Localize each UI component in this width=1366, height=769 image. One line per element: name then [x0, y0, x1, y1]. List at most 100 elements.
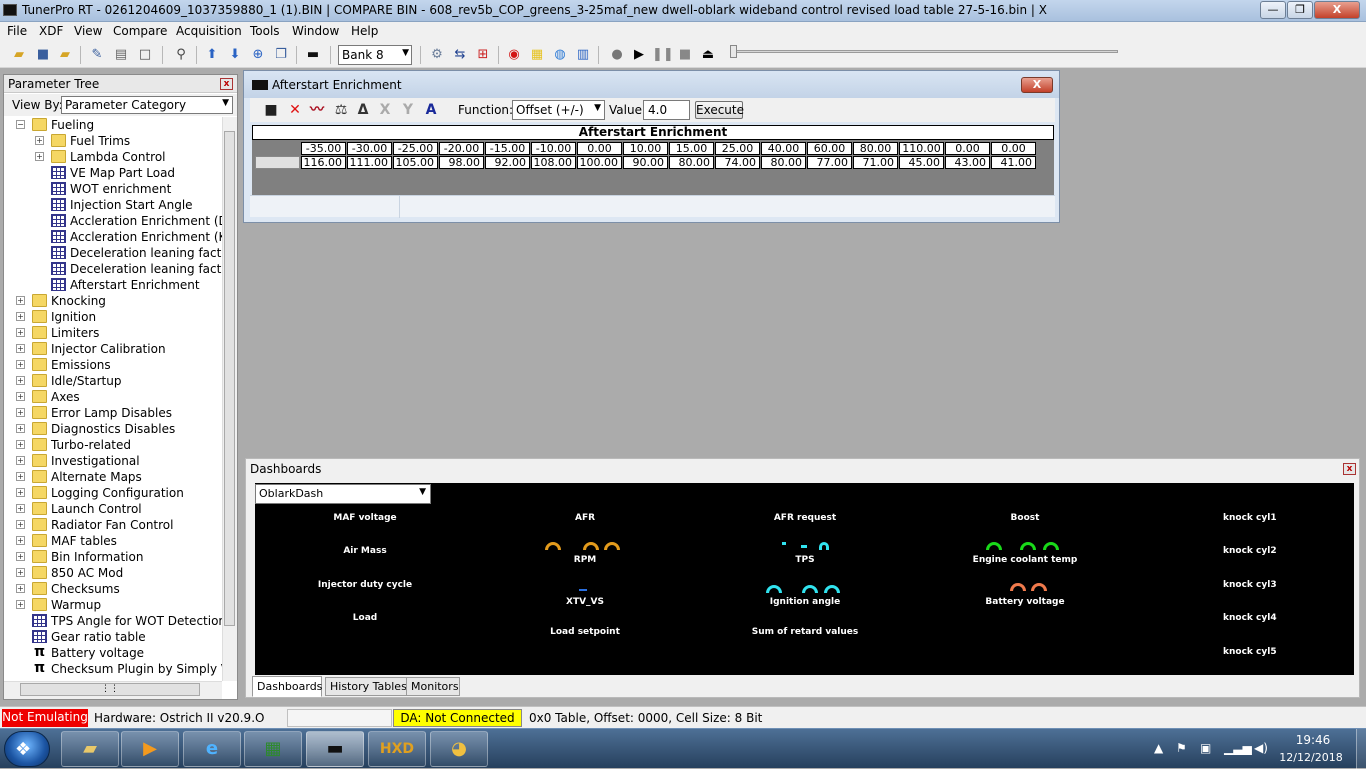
show-desktop-button[interactable]: [1356, 729, 1366, 769]
globe-icon[interactable]: ◍: [551, 46, 569, 64]
tab-monitors[interactable]: Monitors: [406, 677, 460, 696]
hxd-icon[interactable]: HXD: [368, 731, 426, 767]
expand-icon[interactable]: +: [16, 328, 25, 337]
table-cell[interactable]: 105.00: [393, 156, 438, 169]
tree-item[interactable]: + Fuel Trims: [4, 133, 222, 149]
tree-item[interactable]: + Bin Information: [4, 549, 222, 565]
expand-icon[interactable]: +: [16, 344, 25, 353]
folder-save-icon[interactable]: ▰: [56, 46, 74, 64]
table-cell[interactable]: 108.00: [531, 156, 576, 169]
menu-view[interactable]: View: [74, 24, 102, 38]
table-cell[interactable]: 41.00: [991, 156, 1036, 169]
menu-tools[interactable]: Tools: [250, 24, 280, 38]
copy-icon[interactable]: ❐: [272, 46, 290, 64]
bar-chart-icon[interactable]: ▥: [574, 46, 592, 64]
tree-item[interactable]: Deceleration leaning factor (K: [4, 245, 222, 261]
expand-icon[interactable]: +: [16, 584, 25, 593]
tree-item[interactable]: + Ignition: [4, 309, 222, 325]
expand-icon[interactable]: +: [16, 536, 25, 545]
tree-item[interactable]: Deceleration leaning factor (Dk: [4, 261, 222, 277]
tree-item[interactable]: π Battery voltage: [4, 645, 222, 661]
internet-explorer-icon[interactable]: e: [183, 731, 241, 767]
table-cell[interactable]: 77.00: [807, 156, 852, 169]
expand-icon[interactable]: +: [16, 312, 25, 321]
new-document-icon[interactable]: □: [136, 46, 154, 64]
expand-icon[interactable]: +: [16, 472, 25, 481]
action-center-flag-icon[interactable]: ⚑: [1176, 741, 1187, 755]
tree-item[interactable]: + Axes: [4, 389, 222, 405]
media-player-icon[interactable]: ▶: [121, 731, 179, 767]
table-cell[interactable]: 43.00: [945, 156, 990, 169]
download-arrow-icon[interactable]: ⬇: [226, 46, 244, 64]
upload-arrow-icon[interactable]: ⬆: [203, 46, 221, 64]
tree-item[interactable]: + Limiters: [4, 325, 222, 341]
tree-item[interactable]: Accleration Enrichment (DK): [4, 213, 222, 229]
view-by-select[interactable]: Parameter Category ▼: [61, 96, 233, 114]
menu-acquisition[interactable]: Acquisition: [176, 24, 242, 38]
expand-icon[interactable]: +: [16, 568, 25, 577]
paint-icon[interactable]: ◕: [430, 731, 488, 767]
dashboard-select[interactable]: OblarkDash ▼: [255, 484, 431, 504]
network-signal-icon[interactable]: ▁▃▅: [1224, 741, 1252, 755]
tree-item[interactable]: + Logging Configuration: [4, 485, 222, 501]
expand-icon[interactable]: +: [16, 552, 25, 561]
save-icon[interactable]: ■: [34, 46, 52, 64]
usb-device-icon[interactable]: ▣: [1200, 741, 1211, 755]
delete-icon[interactable]: ✕: [286, 101, 304, 119]
tree-item[interactable]: + Lambda Control: [4, 149, 222, 165]
expand-icon[interactable]: +: [16, 360, 25, 369]
pause-icon[interactable]: ❚❚: [652, 46, 674, 64]
axis-edit-icon[interactable]: Δ: [354, 101, 372, 119]
table-cell[interactable]: 80.00: [669, 156, 714, 169]
tree-item[interactable]: π Checksum Plugin by Simply Volvo: [4, 661, 222, 677]
tree-item[interactable]: + Diagnostics Disables: [4, 421, 222, 437]
expand-icon[interactable]: +: [16, 600, 25, 609]
note-icon[interactable]: ▦: [528, 46, 546, 64]
tree-item[interactable]: + Radiator Fan Control: [4, 517, 222, 533]
tree-horizontal-scroll-thumb[interactable]: ⋮⋮: [20, 683, 200, 696]
expand-icon[interactable]: +: [16, 408, 25, 417]
tree-item[interactable]: + Knocking: [4, 293, 222, 309]
tree-vertical-scroll-thumb[interactable]: [224, 131, 235, 626]
graph-icon[interactable]: 〰: [308, 101, 326, 119]
table-cell[interactable]: 74.00: [715, 156, 760, 169]
expand-icon[interactable]: +: [16, 376, 25, 385]
value-input[interactable]: 4.0: [643, 100, 690, 120]
clock-time[interactable]: 19:46: [1286, 733, 1340, 747]
tree-item[interactable]: Gear ratio table: [4, 629, 222, 645]
probe-icon[interactable]: ⚲: [172, 46, 190, 64]
eject-icon[interactable]: ⏏: [699, 46, 717, 64]
table-cell[interactable]: 45.00: [899, 156, 944, 169]
tab-history-tables[interactable]: History Tables: [325, 677, 407, 696]
emulator-icon[interactable]: ⊞: [474, 46, 492, 64]
swap-arrows-icon[interactable]: ⇆: [451, 46, 469, 64]
tab-dashboards[interactable]: Dashboards: [252, 676, 322, 697]
close-icon[interactable]: x: [1343, 463, 1356, 475]
tree-item[interactable]: + Investigational: [4, 453, 222, 469]
expand-icon[interactable]: +: [16, 520, 25, 529]
expand-icon[interactable]: +: [35, 152, 44, 161]
playback-slider-thumb[interactable]: [730, 45, 737, 58]
chip-icon[interactable]: ▬: [304, 46, 322, 64]
table-cell[interactable]: 80.00: [761, 156, 806, 169]
afterstart-close-button[interactable]: X: [1021, 77, 1053, 93]
open-folder-icon[interactable]: ▰: [10, 46, 28, 64]
stop-circle-icon[interactable]: ●: [608, 46, 626, 64]
collapse-icon[interactable]: −: [16, 120, 25, 129]
expand-icon[interactable]: +: [16, 392, 25, 401]
new-document-icon[interactable]: ▤: [112, 46, 130, 64]
tree-item[interactable]: Accleration Enrichment (K+L): [4, 229, 222, 245]
expand-icon[interactable]: +: [16, 504, 25, 513]
menu-compare[interactable]: Compare: [113, 24, 167, 38]
tree-item[interactable]: + Injector Calibration: [4, 341, 222, 357]
close-button[interactable]: X: [1314, 1, 1360, 19]
tree-item[interactable]: + Error Lamp Disables: [4, 405, 222, 421]
download-circle-icon[interactable]: ⊕: [249, 46, 267, 64]
expand-icon[interactable]: +: [16, 424, 25, 433]
tree-item[interactable]: WOT enrichment: [4, 181, 222, 197]
volume-icon[interactable]: ◀): [1254, 741, 1268, 755]
font-icon[interactable]: A: [422, 101, 440, 119]
function-select[interactable]: Offset (+/-) ▼: [512, 100, 605, 120]
file-explorer-icon[interactable]: ▰: [61, 731, 119, 767]
expand-icon[interactable]: +: [16, 488, 25, 497]
